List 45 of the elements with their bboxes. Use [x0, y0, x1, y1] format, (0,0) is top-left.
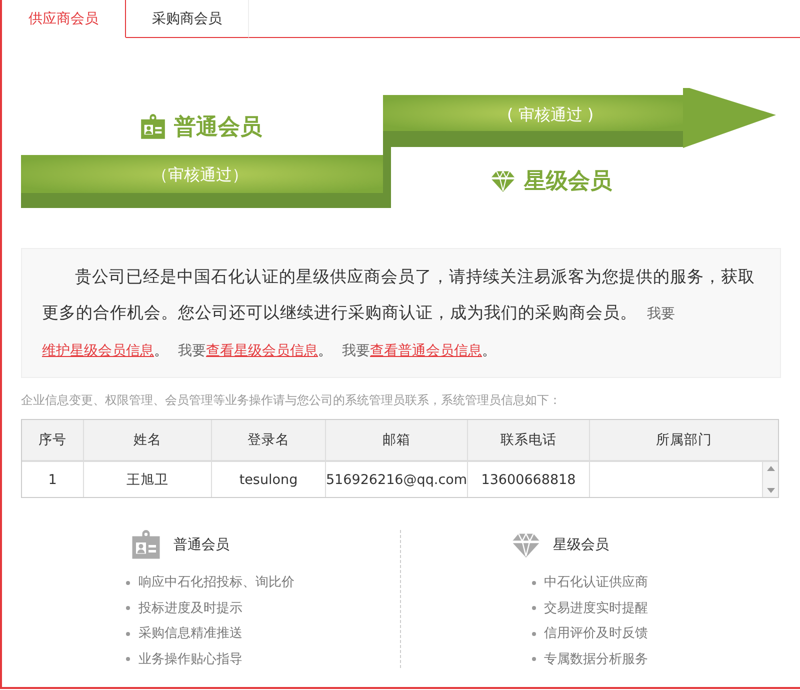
bullet-icon: [126, 657, 130, 662]
column-header: 序号: [22, 420, 84, 460]
id-badge-icon: [140, 114, 166, 140]
table-cell: tesulong: [212, 462, 326, 497]
benefit-item: 中石化认证供应商: [544, 574, 648, 592]
benefit-item: 专属数据分析服务: [544, 650, 648, 668]
table-cell: 王旭卫: [84, 462, 212, 497]
info-link[interactable]: 查看星级会员信息: [206, 343, 318, 359]
info-text: 贵公司已经是中国石化认证的星级供应商会员了，请持续关注易派客为您提供的服务，获取更多的合作机会。您公司还可以继续进行采购商认证，成为我们的采购商会员。 我要 维护星级会员信息。 我要查看星级会员信息。 我要查看普通会员信息。: [21, 248, 781, 378]
column-header: 登录名: [212, 420, 326, 460]
column-header: 联系电话: [468, 420, 590, 460]
bullet-icon: [532, 632, 536, 636]
benefit-item: 业务操作贴心指导: [138, 650, 242, 668]
scroll-up-icon[interactable]: [766, 466, 774, 471]
scrollbar[interactable]: [762, 462, 778, 497]
benefit-item: 信用评价及时反馈: [544, 625, 648, 643]
scroll-down-icon[interactable]: [766, 488, 774, 493]
info-link[interactable]: 查看普通会员信息: [370, 343, 482, 359]
info-link[interactable]: 维护星级会员信息: [42, 343, 154, 359]
bullet-icon: [126, 632, 130, 636]
benefit-item: 交易进度实时提醒: [544, 600, 648, 618]
column-header: 所属部门: [655, 431, 713, 450]
column-header: 姓名: [84, 420, 212, 460]
tab[interactable]: 采购商会员: [126, 0, 249, 38]
bullet-icon: [532, 580, 536, 585]
benefit-title: 星级会员: [552, 536, 609, 554]
level-title: 普通会员: [174, 114, 262, 142]
bullet-icon: [126, 580, 130, 585]
benefit-item: 投标进度及时提示: [138, 600, 242, 618]
table-cell: 13600668818: [468, 462, 590, 497]
diamond-icon: [490, 168, 516, 194]
table-cell: 516926216@qq.com: [326, 462, 468, 497]
id-badge-icon: [131, 530, 162, 560]
status-label: ( 审核通过 ): [507, 105, 594, 126]
benefit-item: 采购信息精准推送: [138, 625, 242, 643]
level-title: 星级会员: [524, 168, 612, 196]
table-cell: 1: [22, 462, 84, 497]
status-label: （审核通过）: [152, 165, 248, 186]
bullet-icon: [126, 606, 130, 610]
bullet-icon: [532, 657, 536, 662]
admin-note: 企业信息变更、权限管理、会员管理等业务操作请与您公司的系统管理员联系，系统管理员信息如下：: [21, 392, 562, 409]
benefit-title: 普通会员: [173, 536, 230, 554]
benefit-item: 响应中石化招投标、询比价: [138, 574, 294, 592]
column-header: 邮箱: [326, 420, 468, 460]
bullet-icon: [532, 606, 536, 610]
